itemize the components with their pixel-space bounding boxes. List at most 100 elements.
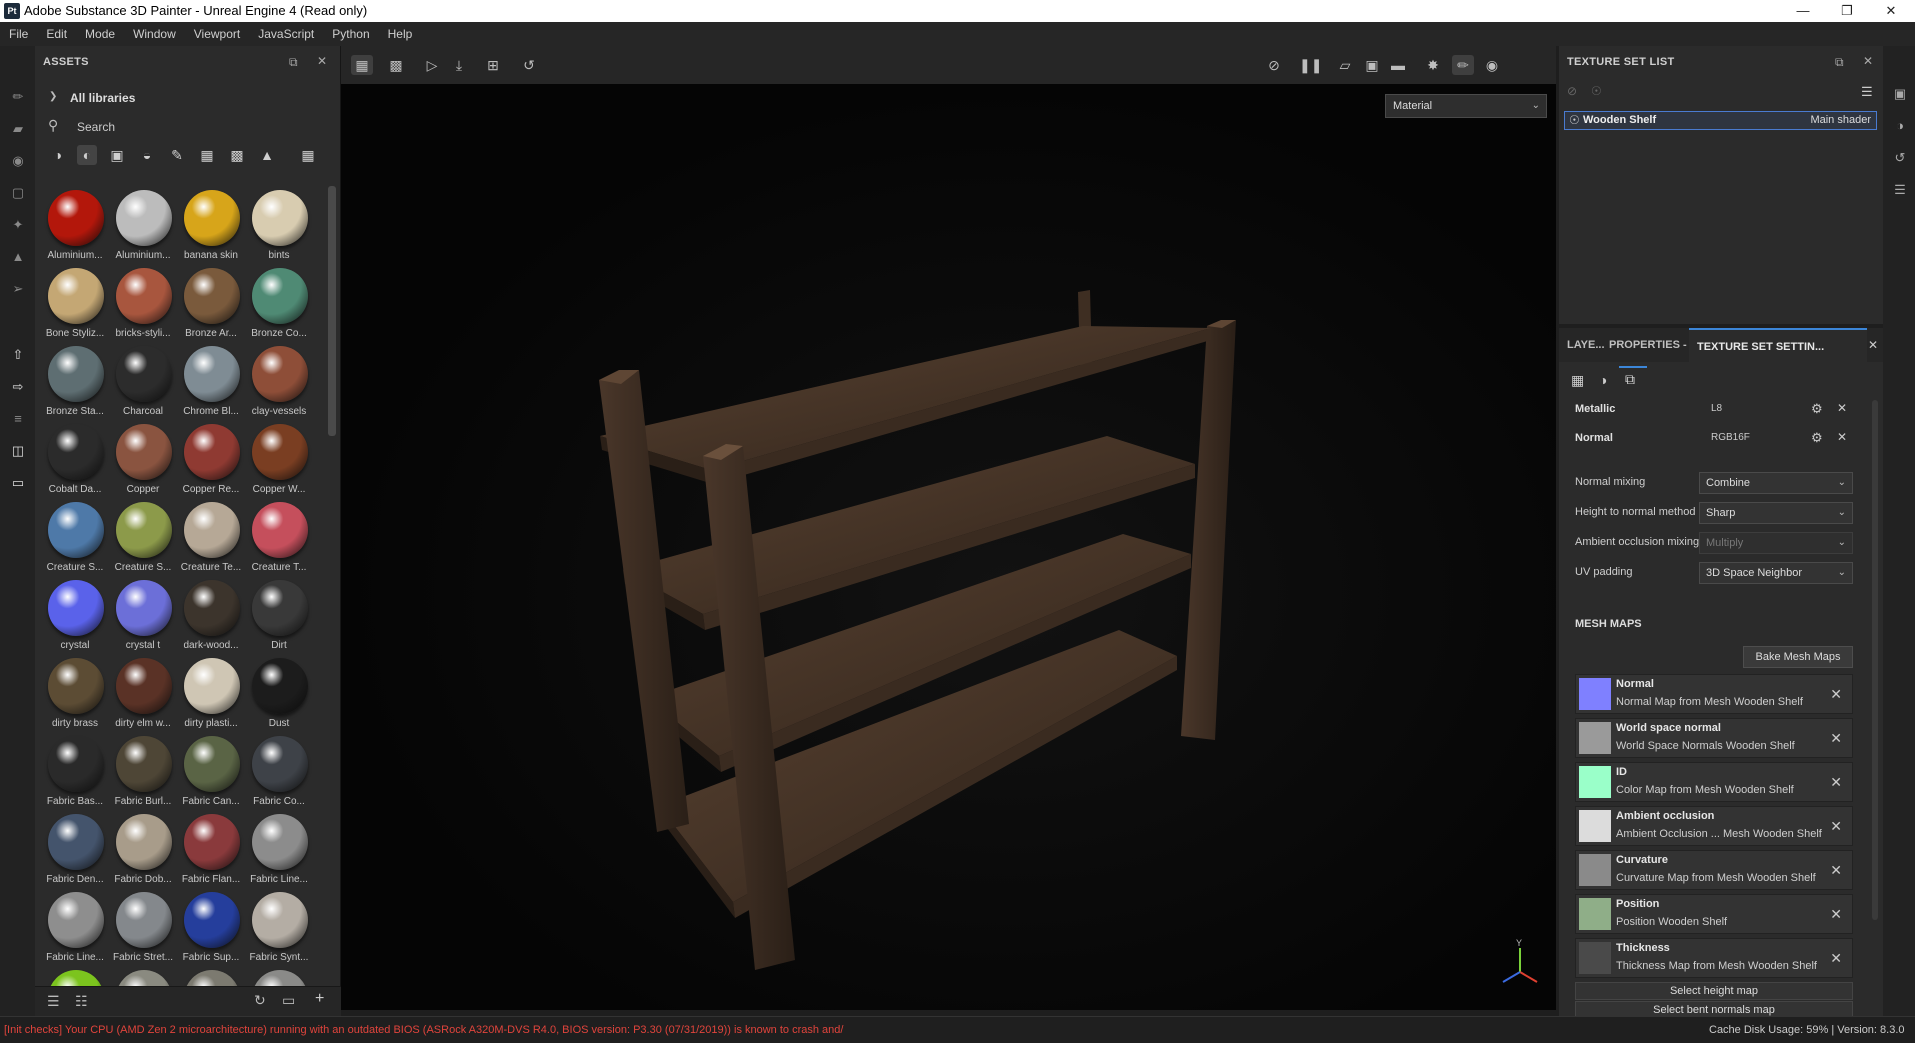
assets-scrollbar[interactable] <box>328 186 336 436</box>
asset-item[interactable]: Fabric Line... <box>41 888 109 966</box>
environments-filter-icon[interactable]: ▲ <box>257 145 277 165</box>
camera-icon[interactable]: ▬ <box>1387 55 1409 75</box>
eye-icon[interactable]: ☉ <box>1591 84 1602 98</box>
chevron-right-icon[interactable]: ❯ <box>49 91 57 102</box>
asset-item[interactable] <box>41 966 109 986</box>
geometry-fill-icon[interactable]: ▢ <box>9 184 27 202</box>
close-icon[interactable]: ✕ <box>317 54 327 68</box>
mesh-map-row[interactable]: Position Position Wooden Shelf ✕ <box>1575 894 1853 934</box>
clone-stamp-icon[interactable]: ▲ <box>9 248 27 266</box>
asset-item[interactable]: bricks-styli... <box>109 264 177 342</box>
menu-help[interactable]: Help <box>379 22 422 46</box>
refresh-icon[interactable]: ↻ <box>254 992 266 1009</box>
asset-item[interactable]: dirty plasti... <box>177 654 245 732</box>
history-icon[interactable]: ↺ <box>1891 150 1909 168</box>
mesh-map-row[interactable]: World space normal World Space Normals Wo… <box>1575 718 1853 758</box>
asset-item[interactable]: Fabric Synt... <box>245 888 313 966</box>
menu-python[interactable]: Python <box>323 22 378 46</box>
align-icon[interactable]: ⤓ <box>448 55 470 75</box>
select-height-map-button[interactable]: Select height map <box>1575 982 1853 1000</box>
color-picker-icon[interactable]: ➢ <box>9 280 27 298</box>
asset-item[interactable]: Copper Re... <box>177 420 245 498</box>
asset-item[interactable]: Dirt <box>245 576 313 654</box>
asset-item[interactable]: Bronze Sta... <box>41 342 109 420</box>
material-mode-select[interactable]: Material ⌄ <box>1385 94 1547 118</box>
restore-icon[interactable]: ❐ <box>1825 0 1869 22</box>
texture-settings-icon[interactable]: ⧉ <box>1625 371 1635 388</box>
asset-item[interactable]: Aluminium... <box>41 186 109 264</box>
asset-item[interactable]: Creature S... <box>109 498 177 576</box>
3d-viewport[interactable]: Y Material ⌄ <box>341 84 1556 1010</box>
generators-filter-icon[interactable]: ◒ <box>137 145 157 165</box>
float-panel-icon[interactable]: ⧉ <box>289 55 298 70</box>
textures-filter-icon[interactable]: ▩ <box>227 145 247 165</box>
setting-dropdown[interactable]: Combine ⌄ <box>1699 472 1853 494</box>
menu-javascript[interactable]: JavaScript <box>249 22 323 46</box>
setting-dropdown[interactable]: Sharp ⌄ <box>1699 502 1853 524</box>
asset-item[interactable]: Copper <box>109 420 177 498</box>
close-icon[interactable]: ✕ <box>1830 862 1842 879</box>
mesh-map-row[interactable]: ID Color Map from Mesh Wooden Shelf ✕ <box>1575 762 1853 802</box>
texture-set-row[interactable]: ☉ Wooden Shelf Main shader <box>1564 111 1877 130</box>
material-settings-icon[interactable]: ◑ <box>1599 372 1607 388</box>
frame-icon[interactable]: ⊞ <box>482 55 504 75</box>
asset-item[interactable]: Fabric Burl... <box>109 732 177 810</box>
asset-item[interactable]: Dust <box>245 654 313 732</box>
asset-item[interactable]: banana skin <box>177 186 245 264</box>
projection-icon[interactable]: ◉ <box>9 152 27 170</box>
asset-item[interactable] <box>109 966 177 986</box>
menu-file[interactable]: File <box>0 22 37 46</box>
2d-view-icon[interactable]: ▱ <box>1334 55 1356 75</box>
close-icon[interactable]: ✕ <box>1830 950 1842 967</box>
setting-dropdown[interactable]: 3D Space Neighbor ⌄ <box>1699 562 1853 584</box>
minimize-icon[interactable]: — <box>1781 0 1825 22</box>
close-icon[interactable]: ✕ <box>1868 338 1878 352</box>
pause-icon[interactable]: ❚❚ <box>1299 55 1322 75</box>
mesh-settings-icon[interactable]: ▦ <box>1571 372 1584 389</box>
close-icon[interactable]: ✕ <box>1830 730 1842 747</box>
menu-viewport[interactable]: Viewport <box>185 22 249 46</box>
new-folder-icon[interactable]: ▭ <box>282 992 295 1009</box>
asset-item[interactable]: Fabric Flan... <box>177 810 245 888</box>
close-icon[interactable]: ✕ <box>1863 54 1873 68</box>
procedurals-filter-icon[interactable]: ▦ <box>197 145 217 165</box>
eraser-icon[interactable]: ▰ <box>9 120 27 138</box>
brushes-filter-icon[interactable]: ✎ <box>167 145 187 165</box>
library-selector[interactable]: All libraries <box>70 91 135 105</box>
close-icon[interactable]: ✕ <box>1830 774 1842 791</box>
tab-layers[interactable]: LAYE... <box>1567 328 1605 362</box>
menu-mode[interactable]: Mode <box>76 22 124 46</box>
import-icon[interactable]: ⇨ <box>9 378 27 396</box>
mesh-map-row[interactable]: Curvature Curvature Map from Mesh Wooden … <box>1575 850 1853 890</box>
asset-item[interactable]: dirty brass <box>41 654 109 732</box>
asset-item[interactable]: dark-wood... <box>177 576 245 654</box>
asset-item[interactable]: crystal <box>41 576 109 654</box>
asset-item[interactable]: Creature Te... <box>177 498 245 576</box>
menu-window[interactable]: Window <box>124 22 185 46</box>
gear-icon[interactable]: ⚙ <box>1811 430 1823 446</box>
measure-icon[interactable]: ≡ <box>9 410 27 428</box>
asset-item[interactable] <box>177 966 245 986</box>
lighting-icon[interactable]: ✸ <box>1422 55 1444 75</box>
masks-filter-icon[interactable]: ▣ <box>107 145 127 165</box>
asset-item[interactable]: dirty elm w... <box>109 654 177 732</box>
asset-item[interactable]: Fabric Den... <box>41 810 109 888</box>
asset-item[interactable] <box>245 966 313 986</box>
hide-icon[interactable]: ⊘ <box>1263 55 1285 75</box>
eye-icon[interactable]: ☉ <box>1569 113 1580 127</box>
visibility-off-icon[interactable]: ⊘ <box>1567 84 1577 98</box>
history-icon[interactable]: ↺ <box>518 55 540 75</box>
asset-item[interactable]: Bronze Co... <box>245 264 313 342</box>
tab-texture-set-settings[interactable]: TEXTURE SET SETTIN... <box>1689 328 1867 362</box>
asset-item[interactable]: Creature S... <box>41 498 109 576</box>
uv-tiles-icon[interactable]: ▦ <box>351 55 373 75</box>
bake-mesh-maps-button[interactable]: Bake Mesh Maps <box>1743 646 1853 668</box>
mesh-map-row[interactable]: Normal Normal Map from Mesh Wooden Shelf ✕ <box>1575 674 1853 714</box>
3d-view-icon[interactable]: ▣ <box>1361 55 1383 75</box>
asset-item[interactable]: Fabric Can... <box>177 732 245 810</box>
channel-format[interactable]: RGB16F <box>1711 432 1750 443</box>
asset-item[interactable]: Fabric Line... <box>245 810 313 888</box>
channel-format[interactable]: L8 <box>1711 403 1722 414</box>
settings-scrollbar[interactable] <box>1872 400 1878 920</box>
menu-icon[interactable]: ☰ <box>1861 84 1873 100</box>
